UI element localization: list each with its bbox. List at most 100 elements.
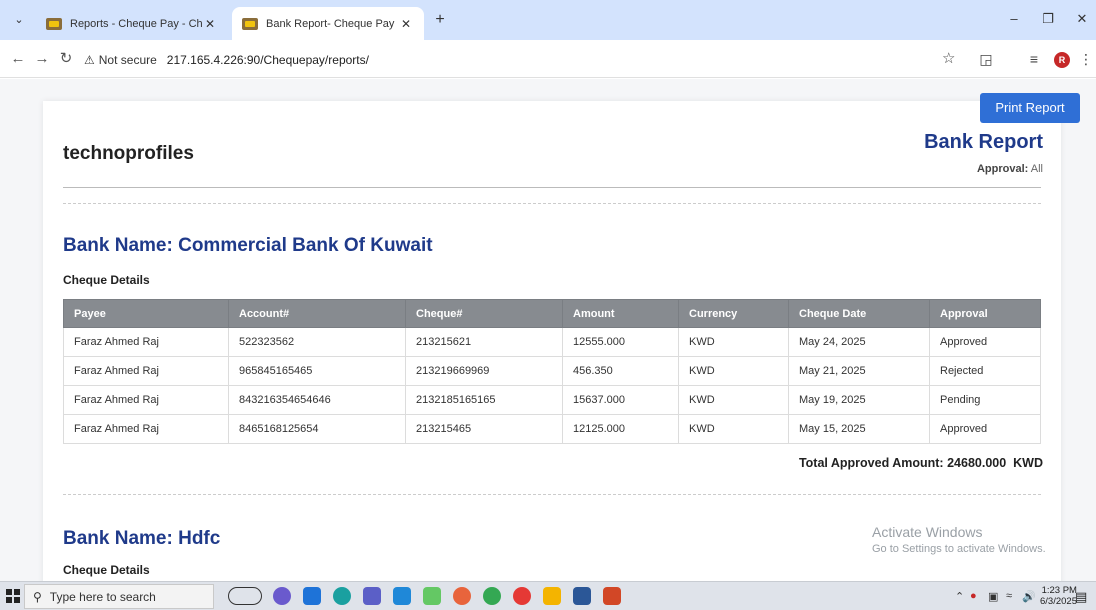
activate-windows-watermark: Activate Windows Go to Settings to activ… [872, 524, 1046, 555]
tray-volume-icon[interactable]: 🔊 [1022, 590, 1036, 603]
column-header-approval: Approval [929, 299, 1041, 328]
security-label[interactable]: Not secure [99, 53, 157, 67]
tray-wifi-icon[interactable]: ≈ [1006, 590, 1012, 602]
cheque-table: Payee Account# Cheque# Amount Currency C… [63, 299, 1041, 444]
tab-title: Reports - Cheque Pay - Cheque [70, 17, 202, 30]
taskbar-search-placeholder: Type here to search [49, 589, 156, 604]
browser-menu-kebab-icon[interactable]: ⋮ [1076, 49, 1096, 69]
bicycle-widget-icon[interactable] [228, 587, 262, 605]
restore-window-icon[interactable]: ❐ [1034, 8, 1062, 30]
outlook-app-icon[interactable] [303, 587, 321, 605]
table-row: Faraz Ahmed Raj 522323562 213215621 1255… [63, 327, 1041, 357]
total-currency: KWD [1013, 456, 1043, 470]
tray-battery-icon[interactable]: ▣ [988, 590, 998, 603]
cell-cheque-date: May 19, 2025 [788, 385, 930, 415]
windows-taskbar: ⚲ Type here to search ⌃ ● ▣ ≈ 🔊 1:23 PM … [0, 581, 1096, 610]
table-row: Faraz Ahmed Raj 843216354654646 21321851… [63, 385, 1041, 415]
opera-app-icon[interactable] [513, 587, 531, 605]
column-header-currency: Currency [678, 299, 789, 328]
cell-currency: KWD [678, 414, 789, 444]
new-tab-plus-icon[interactable]: + [430, 10, 450, 30]
column-header-amount: Amount [562, 299, 679, 328]
search-icon: ⚲ [33, 589, 42, 604]
report-card: technoprofiles Bank Report Approval: All… [43, 101, 1061, 581]
cell-account: 843216354654646 [228, 385, 406, 415]
profile-avatar[interactable]: R [1054, 52, 1070, 68]
cell-approval: Approved [929, 327, 1041, 357]
copilot-app-icon[interactable] [273, 587, 291, 605]
reload-icon[interactable]: ↻ [56, 49, 76, 69]
site-favicon-icon [242, 17, 258, 30]
cell-amount: 12555.000 [562, 327, 679, 357]
cell-cheque: 213215621 [405, 327, 563, 357]
cell-cheque-date: May 24, 2025 [788, 327, 930, 357]
extensions-puzzle-icon[interactable]: ◲ [976, 49, 996, 69]
back-arrow-icon[interactable]: ← [8, 49, 28, 69]
snipping-tool-icon[interactable] [423, 587, 441, 605]
cell-cheque-date: May 15, 2025 [788, 414, 930, 444]
approval-filter: Approval: All [977, 163, 1043, 175]
browser-tab-strip: ⌄ Reports - Cheque Pay - Cheque ✕ Bank R… [0, 0, 1096, 40]
edge-browser-icon[interactable] [333, 587, 351, 605]
url-text[interactable]: 217.165.4.226:90/Chequepay/reports/ [167, 53, 369, 67]
tab-close-icon[interactable]: ✕ [202, 17, 218, 31]
word-app-icon[interactable] [573, 587, 591, 605]
file-explorer-icon[interactable] [543, 587, 561, 605]
section-divider [63, 494, 1041, 495]
cell-account: 8465168125654 [228, 414, 406, 444]
cell-account: 522323562 [228, 327, 406, 357]
cell-amount: 456.350 [562, 356, 679, 386]
close-window-icon[interactable]: ✕ [1068, 8, 1096, 30]
browser-toolbar: ← → ↻ ⚠ Not secure 217.165.4.226:90/Cheq… [0, 40, 1096, 78]
vscode-app-icon[interactable] [393, 587, 411, 605]
total-label: Total Approved Amount: [798, 456, 944, 470]
tray-network-icon[interactable]: ● [970, 590, 977, 602]
column-header-cheque-date: Cheque Date [788, 299, 930, 328]
watermark-subtitle: Go to Settings to activate Windows. [872, 543, 1046, 555]
print-report-button[interactable]: Print Report [980, 93, 1080, 123]
forward-arrow-icon[interactable]: → [32, 49, 52, 69]
cell-cheque: 213215465 [405, 414, 563, 444]
table-row: Faraz Ahmed Raj 8465168125654 213215465 … [63, 414, 1041, 444]
cell-payee: Faraz Ahmed Raj [63, 414, 229, 444]
tab-close-icon[interactable]: ✕ [398, 17, 414, 31]
cell-currency: KWD [678, 327, 789, 357]
notification-center-icon[interactable]: ▤ [1075, 589, 1087, 605]
cell-payee: Faraz Ahmed Raj [63, 356, 229, 386]
bank-name-heading: Bank Name: Commercial Bank Of Kuwait [63, 235, 433, 256]
company-name: technoprofiles [63, 143, 194, 164]
reading-list-icon[interactable]: ≡ [1024, 49, 1044, 69]
cell-currency: KWD [678, 356, 789, 386]
cell-payee: Faraz Ahmed Raj [63, 327, 229, 357]
column-header-payee: Payee [63, 299, 229, 328]
clock-time: 1:23 PM [1041, 585, 1077, 596]
firefox-app-icon[interactable] [453, 587, 471, 605]
cell-account: 965845165465 [228, 356, 406, 386]
taskbar-clock[interactable]: 1:23 PM 6/3/2025 [1040, 585, 1077, 607]
browser-tab-reports[interactable]: Reports - Cheque Pay - Cheque ✕ [36, 7, 228, 40]
cell-cheque-date: May 21, 2025 [788, 356, 930, 386]
cheque-details-label: Cheque Details [63, 273, 150, 287]
minimize-window-icon[interactable]: – [1000, 8, 1028, 30]
approval-filter-label: Approval: [976, 163, 1029, 175]
taskbar-search-box[interactable]: ⚲ Type here to search [24, 584, 214, 609]
cell-cheque: 2132185165165 [405, 385, 563, 415]
teams-app-icon[interactable] [363, 587, 381, 605]
warning-triangle-icon[interactable]: ⚠ [84, 53, 95, 67]
cell-payee: Faraz Ahmed Raj [63, 385, 229, 415]
table-header-row: Payee Account# Cheque# Amount Currency C… [63, 299, 1041, 328]
chrome-app-icon[interactable] [483, 587, 501, 605]
cell-approval: Rejected [929, 356, 1041, 386]
section-divider [63, 203, 1041, 204]
tray-expand-caret-icon[interactable]: ⌃ [955, 590, 964, 603]
powerpoint-app-icon[interactable] [603, 587, 621, 605]
tab-search-chevron-icon[interactable]: ⌄ [9, 10, 29, 30]
bookmark-star-icon[interactable]: ☆ [942, 49, 955, 67]
cell-cheque: 213219669969 [405, 356, 563, 386]
address-bar[interactable]: ⚠ Not secure 217.165.4.226:90/Chequepay/… [78, 47, 966, 73]
bank-name-heading: Bank Name: Hdfc [63, 528, 221, 549]
windows-start-icon[interactable] [6, 589, 20, 603]
browser-tab-bank-report[interactable]: Bank Report- Cheque Pay - Che ✕ [232, 7, 424, 40]
header-divider [63, 187, 1041, 188]
watermark-title: Activate Windows [872, 524, 983, 540]
